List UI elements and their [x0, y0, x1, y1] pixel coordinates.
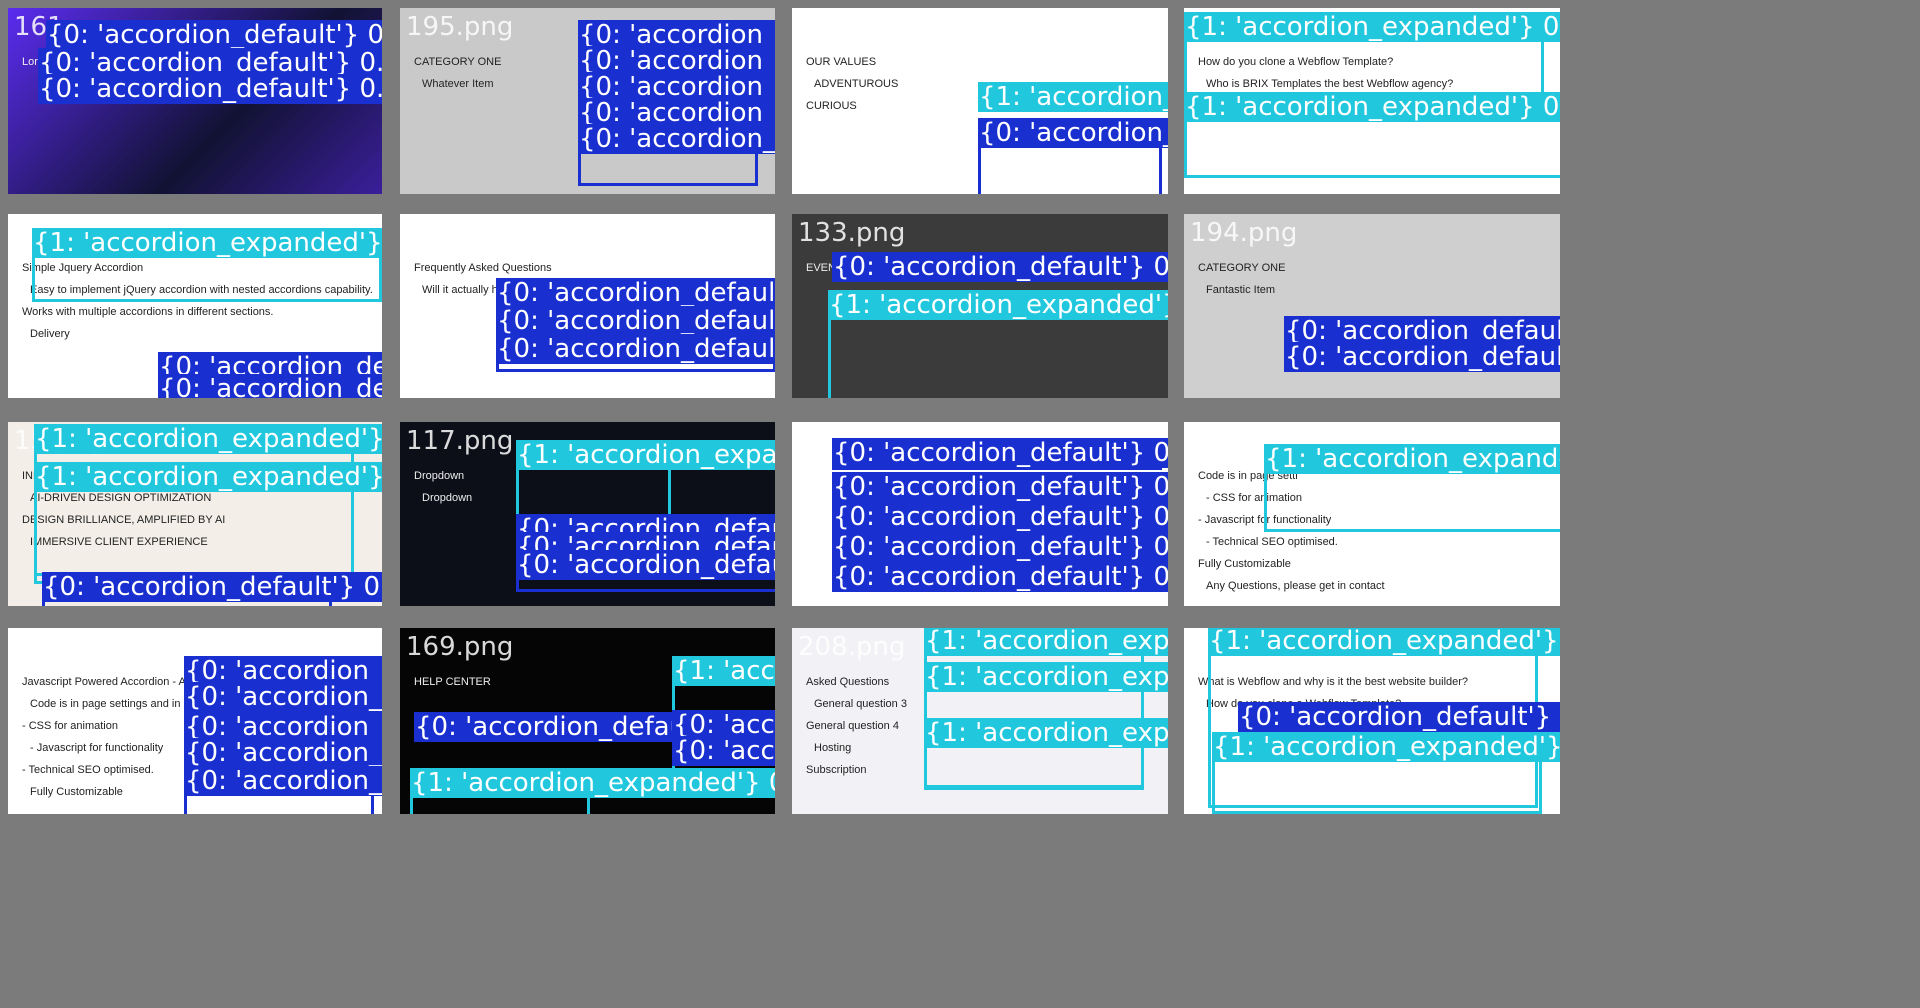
detection-label: {1: 'accordion_expanded'} 0.5 — [978, 82, 1168, 112]
ui-text: Fully Customizable — [30, 786, 123, 798]
detection-label: {0: 'accordion_default'} 0.5 — [42, 572, 382, 602]
detection-label: {0: 'accordion_default'} 0.9 — [184, 682, 382, 712]
file-name: 169.png — [406, 632, 514, 662]
detection-label: {1: 'accordion_expanded'} 0.8 — [924, 718, 1168, 748]
screenshot-tile: 195.png CATEGORY ONE Whatever Item {0: 'acc… — [400, 8, 775, 194]
screenshot-tile: 169.png HELP CENTER {1: 'accordion_expande… — [400, 628, 775, 814]
detection-label: {0: 'accordion_default'} 0.8 — [158, 374, 382, 398]
ui-text: - Javascript for functionality — [1198, 514, 1332, 526]
file-name: 177.png — [14, 632, 122, 662]
detection-label: {1: 'accordion_expanded'} 0.8 — [672, 656, 775, 686]
ui-text: General question 3 — [814, 698, 907, 710]
detection-label: {1: 'accordion_expanded'} 0.3 — [34, 424, 382, 454]
detection-label: {0: 'accordion_default'} 0.8 — [46, 20, 382, 50]
file-name: 195.png — [406, 12, 514, 42]
screenshot-tile: 194.png CATEGORY ONE Fantastic Item {0: 'ac… — [1184, 214, 1560, 398]
screenshot-tile: 15.pngINNOVATIVE SOLUTIONSAI-DRIVEN DESI… — [8, 422, 382, 606]
detection-label: {0: 'accordion_default'} 0.4 — [38, 74, 382, 104]
detection-label: {1: 'accordion_expanded'} 0.8 — [924, 662, 1168, 692]
ui-text: HELP CENTER — [414, 676, 491, 688]
screenshot-tile: 117.png Dropdown Dropdown {1: 'accordion_ex… — [400, 422, 775, 606]
ui-text: Easy to implement jQuery accordion with … — [30, 284, 373, 296]
detection-label: {1: 'accordion_expanded'} 0.8 — [1184, 92, 1560, 122]
detection-label: {0: 'accordion_default'} 0.7 — [516, 550, 775, 580]
screenshot-tile: 112.png Frequently Asked Questions Will it… — [400, 214, 775, 398]
detection-label: {0: 'accordion_default'} 0.8 — [1284, 342, 1560, 372]
detection-label: {1: 'accordion_expanded'} 0.7 — [34, 462, 382, 492]
detection-label: {0: 'accordion_default'} 0.7 — [978, 118, 1168, 148]
detection-label: {1: 'accordion_expanded'} 0.3 — [1212, 732, 1560, 762]
detection-label: {1: 'accordion_expanded'} 0.8 — [1184, 12, 1560, 42]
ui-text: - Javascript for functionality — [30, 742, 164, 754]
screenshot-tile: 2.pngHow do you clone a Webflow Template… — [1184, 8, 1560, 194]
ui-text: Delivery — [30, 328, 70, 340]
detection-label: {0: 'accordion_default'} 0.5 — [832, 438, 1168, 468]
ui-text: Fully Customizable — [1198, 558, 1291, 570]
detection-label: {1: 'accordion_expanded'} 0.7 — [1264, 444, 1560, 474]
detection-label: {1: 'accordion_expanded'} 0.7 — [924, 628, 1168, 656]
screenshot-tile: 133.png EVENTS {0: 'accordion_default'} 0.… — [792, 214, 1168, 398]
ui-text: DESIGN BRILLIANCE, AMPLIFIED BY AI — [22, 514, 226, 526]
detection-label: {0: 'accordion_default'} 0.8 — [1238, 702, 1560, 732]
ui-text: Who is BRIX Templates the best Webflow a… — [1206, 78, 1454, 90]
detection-label: {1: 'accordion_expanded'} 0.8 — [1208, 628, 1560, 656]
ui-text: General question 4 — [806, 720, 899, 732]
detection-label: {1: 'accordion_expanded'} 0.3 — [828, 290, 1168, 320]
detection-label: {1: 'accordion_expanded'} 0.9 — [516, 440, 775, 470]
ui-text: Dropdown — [422, 492, 473, 504]
detection-label: {1: 'accordion_expanded'} 0.3 — [32, 228, 382, 258]
ui-text: CATEGORY ONE — [414, 56, 502, 68]
detection-label: {0: 'accordion_default'} 0.9 — [184, 738, 382, 768]
ui-text: ADVENTUROUS — [814, 78, 899, 90]
file-name: 208.png — [798, 632, 906, 662]
detection-grid: 161.pngLorem ipsum dolor sit amet, conse… — [0, 0, 1920, 1008]
detection-label: {0: 'accordion_default'} 0.9 — [496, 306, 775, 336]
ui-text: Fantastic Item — [1206, 284, 1276, 296]
detection-label: {0: 'accordion_default'} 0.5 — [184, 766, 382, 796]
detection-label: {0: 'accordion_default'} 0.7 — [672, 736, 775, 766]
screenshot-tile: 161.pngLorem ipsum dolor sit amet, conse… — [8, 8, 382, 194]
ui-text: - CSS for animation — [22, 720, 118, 732]
detection-label: {0: 'accordion_default'} 0.8 — [832, 472, 1168, 502]
screenshot-tile: 13.pngWhat is Webflow and why is it the … — [1184, 628, 1560, 814]
ui-text: Any Questions, please get in contact — [1206, 580, 1385, 592]
ui-text: Subscription — [806, 764, 867, 776]
ui-text: Asked Questions — [806, 676, 890, 688]
detection-label: {1: 'accordion_expanded'} 0.5 — [410, 768, 775, 798]
ui-text: What is Webflow and why is it the best w… — [1198, 676, 1469, 688]
screenshot-tile: 188.png{0: 'accordion_default'} 0.5{0: '… — [792, 422, 1168, 606]
ui-text: Hosting — [814, 742, 852, 754]
detection-label: {0: 'accordion_default'} 0.7 — [578, 124, 775, 154]
screenshot-tile: 14.pngSimple Jquery AccordionEasy to imp… — [8, 214, 382, 398]
file-name: 117.png — [406, 426, 514, 456]
screenshot-tile: 177.png Javascript Powered Accordion - Au… — [8, 628, 382, 814]
ui-text: - Technical SEO optimised. — [22, 764, 154, 776]
ui-text: - Technical SEO optimised. — [1206, 536, 1338, 548]
file-name: 194.png — [1190, 218, 1298, 248]
file-name: 112.png — [406, 218, 514, 248]
ui-text: Frequently Asked Questions — [414, 262, 552, 274]
ui-text: Works with multiple accordions in differ… — [22, 306, 274, 318]
ui-text: OUR VALUES — [806, 56, 877, 68]
file-name: 115.png — [798, 12, 906, 42]
ui-text: CURIOUS — [806, 100, 857, 112]
detection-label: {0: 'accordion_default'} 0.3 — [832, 562, 1168, 592]
detection-label: {0: 'accordion_default'} 0.8 — [832, 502, 1168, 532]
ui-text: IMMERSIVE CLIENT EXPERIENCE — [30, 536, 208, 548]
ui-text: CATEGORY ONE — [1198, 262, 1286, 274]
detection-label: {0: 'accordion_default'} 0.3 — [832, 252, 1168, 282]
ui-text: How do you clone a Webflow Template? — [1198, 56, 1394, 68]
file-name: 133.png — [798, 218, 906, 248]
detection-label: {0: 'accordion_default'} 0.7 — [832, 532, 1168, 562]
screenshot-tile: 208.png Asked Questions General question 3… — [792, 628, 1168, 814]
screenshot-tile: 115.png OUR VALUES ADVENTUROUS CURIOUS {1: '… — [792, 8, 1168, 194]
detection-label: {0: 'accordion_default'} 0.9 — [496, 278, 775, 308]
ui-text: Dropdown — [414, 470, 465, 482]
ui-text: AI-DRIVEN DESIGN OPTIMIZATION — [30, 492, 212, 504]
ui-text: Simple Jquery Accordion — [22, 262, 144, 274]
screenshot-tile: 176.png Code is in page setti - CSS for an… — [1184, 422, 1560, 606]
ui-text: - CSS for animation — [1206, 492, 1302, 504]
ui-text: Whatever Item — [422, 78, 494, 90]
detection-label: {0: 'accordion_default'} 0.8 — [496, 334, 775, 364]
